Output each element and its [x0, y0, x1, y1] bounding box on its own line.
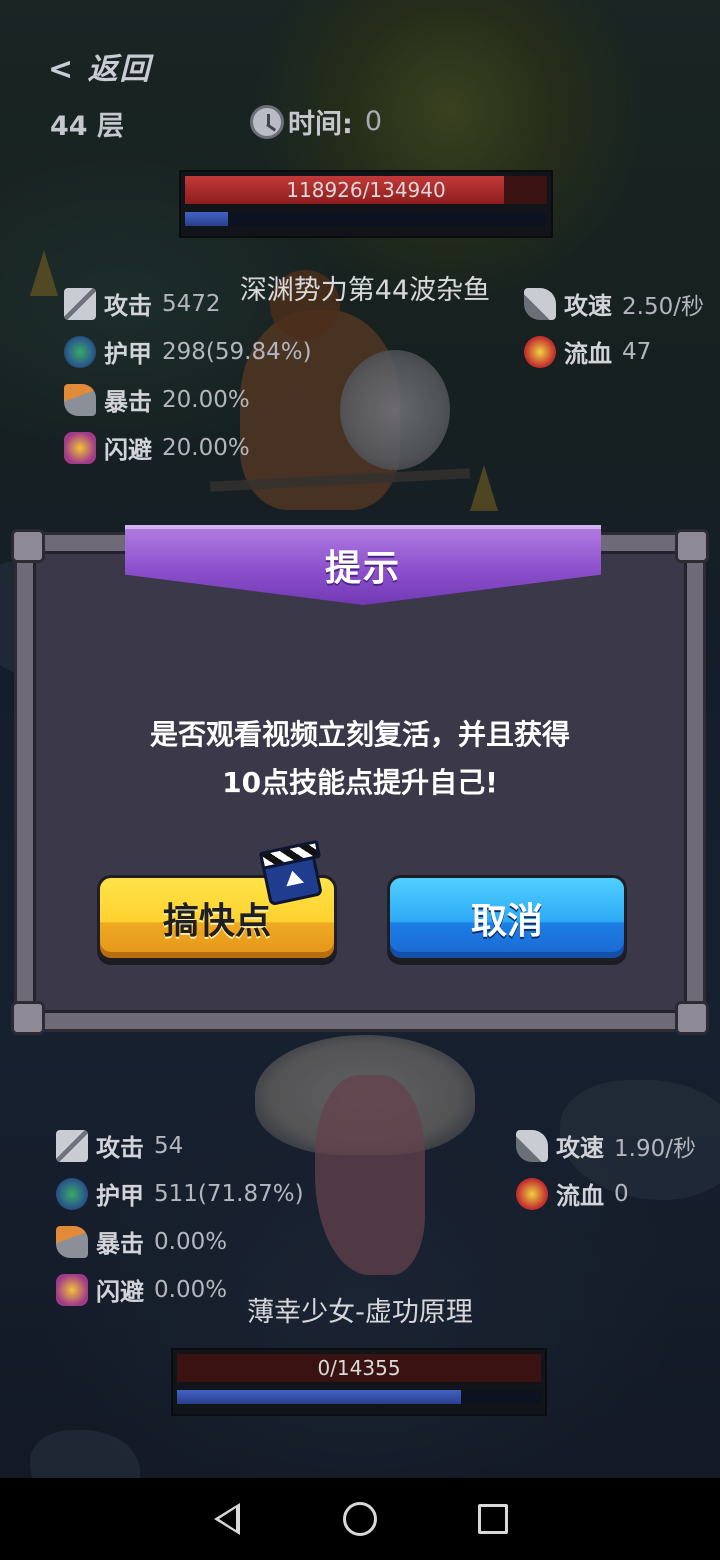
dialog-message: 是否观看视频立刻复活，并且获得 10点技能点提升自己! [77, 711, 643, 807]
home-circle-icon [342, 1502, 377, 1536]
dialog-message-line: 10点技能点提升自己! [222, 766, 498, 799]
dialog-message-line: 是否观看视频立刻复活，并且获得 [149, 718, 570, 751]
watch-video-button-label: 搞快点 [162, 901, 271, 942]
nav-back-button[interactable] [207, 1499, 247, 1539]
cancel-button-label: 取消 [470, 901, 543, 942]
dialog-corner [11, 529, 45, 563]
modal-overlay: 提示 是否观看视频立刻复活，并且获得 10点技能点提升自己! 搞快点 取消 [0, 0, 720, 1478]
recents-square-icon [478, 1504, 509, 1534]
nav-recents-button[interactable] [473, 1499, 513, 1539]
system-navigation-bar [0, 1478, 720, 1560]
revive-dialog: 提示 是否观看视频立刻复活，并且获得 10点技能点提升自己! 搞快点 取消 [11, 525, 709, 1035]
dialog-title: 提示 [324, 548, 401, 589]
back-triangle-icon [213, 1503, 240, 1535]
cancel-button[interactable]: 取消 [387, 875, 627, 961]
dialog-corner [11, 1001, 45, 1035]
nav-home-button[interactable] [340, 1499, 380, 1539]
dialog-corner [675, 1001, 709, 1035]
dialog-corner [675, 529, 709, 563]
